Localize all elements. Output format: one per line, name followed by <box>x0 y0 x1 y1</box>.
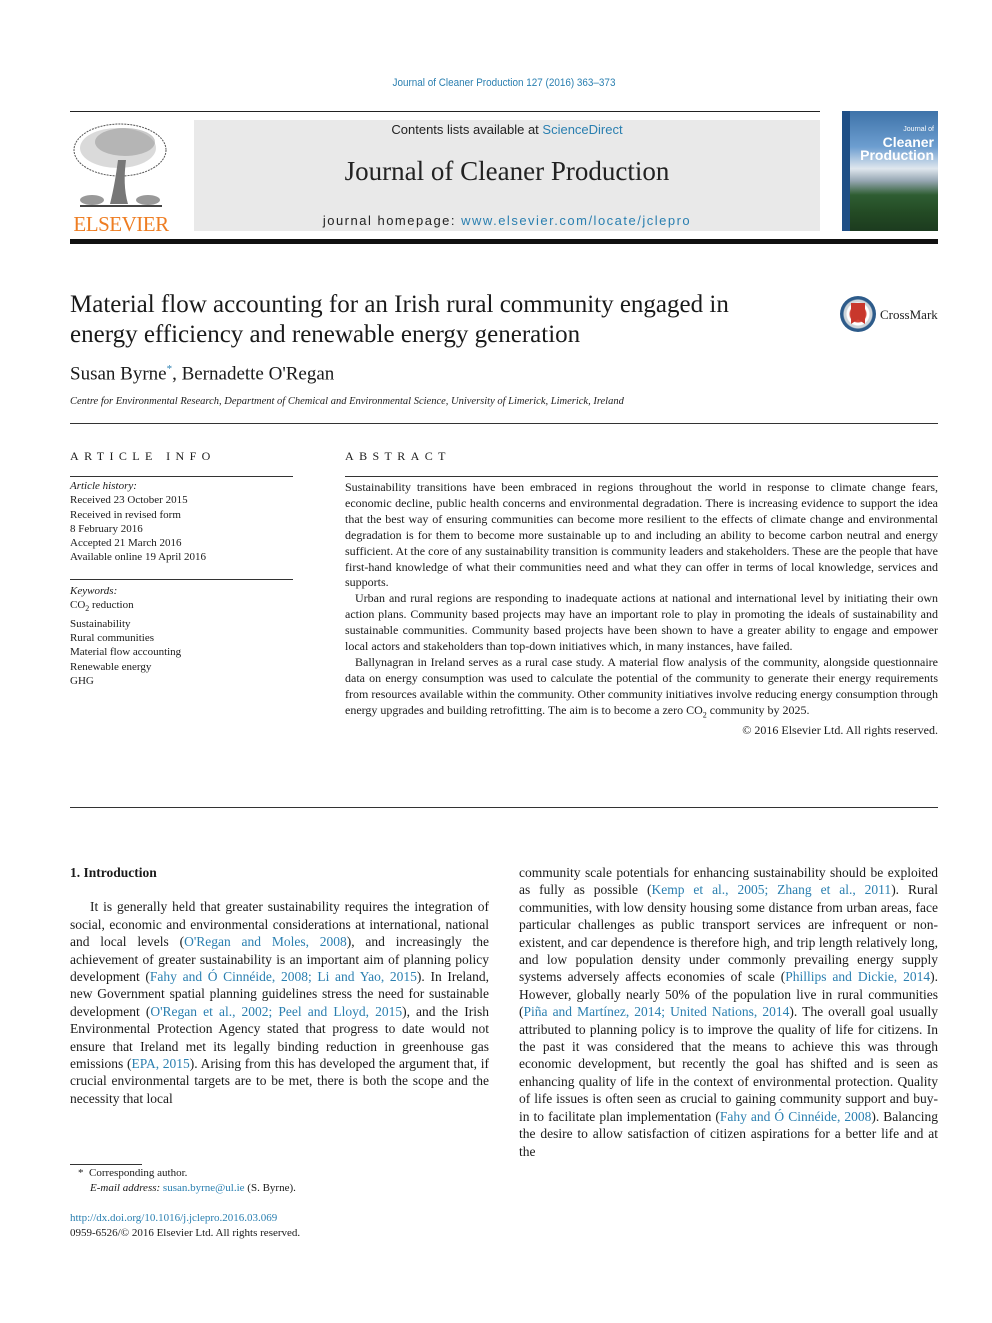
divider <box>70 807 938 808</box>
author-name[interactable]: Bernadette O'Regan <box>182 363 335 384</box>
citation-link[interactable]: Kemp et al., 2005; Zhang et al., 2011 <box>651 882 891 897</box>
cover-title: Journal of Cleaner Production <box>852 123 934 162</box>
keywords-label: Keywords: <box>70 585 118 597</box>
journal-reference-link[interactable]: Journal of Cleaner Production 127 (2016)… <box>50 77 957 89</box>
crossmark-button[interactable]: CrossMark <box>840 296 940 336</box>
divider <box>345 476 938 477</box>
journal-homepage: journal homepage: www.elsevier.com/locat… <box>194 213 820 228</box>
history-item: Accepted 21 March 2016 <box>70 537 182 550</box>
keyword: Renewable energy <box>70 660 152 673</box>
keyword: Material flow accounting <box>70 646 182 659</box>
homepage-link[interactable]: www.elsevier.com/locate/jclepro <box>461 213 691 228</box>
header-thick-rule <box>70 239 938 244</box>
contents-prefix: Contents lists available at <box>391 122 543 137</box>
citation-link[interactable]: Piña and Martínez, 2014; United Nations,… <box>524 1004 790 1019</box>
section-title: 1. Introduction <box>70 865 157 880</box>
divider <box>70 476 293 477</box>
journal-name: Journal of Cleaner Production <box>344 156 670 186</box>
author-email-link[interactable]: susan.byrne@ul.ie <box>163 1182 245 1194</box>
email-label: E-mail address: <box>90 1182 163 1194</box>
issn-copyright: 0959-6526/© 2016 Elsevier Ltd. All right… <box>70 1227 301 1239</box>
elsevier-wordmark: ELSEVIER <box>73 212 169 236</box>
abstract-copyright: © 2016 Elsevier Ltd. All rights reserved… <box>742 722 938 737</box>
divider <box>70 579 293 580</box>
doi-link[interactable]: http://dx.doi.org/10.1016/j.jclepro.2016… <box>70 1212 277 1224</box>
abstract-body: Sustainability transitions have been emb… <box>345 480 938 739</box>
keyword: Sustainability <box>70 617 131 630</box>
email-suffix: (S. Byrne). <box>244 1182 296 1194</box>
cover-stripe <box>842 111 850 231</box>
article-info-heading: ARTICLE INFO <box>70 449 216 463</box>
body-paragraph: It is generally held that greater sustai… <box>70 898 489 1107</box>
keyword: Rural communities <box>70 632 155 645</box>
body-text: ). The overall goal usually attributed t… <box>519 1004 938 1124</box>
citation-link[interactable]: O'Regan et al., 2002; Peel and Lloyd, 20… <box>150 1004 402 1019</box>
keyword: CO2 reduction <box>70 599 134 614</box>
keyword: GHG <box>70 674 94 687</box>
author-separator: , <box>172 363 182 385</box>
footnote: * Corresponding author. E-mail address: … <box>78 1166 296 1196</box>
crossmark-label: CrossMark <box>880 307 938 322</box>
body-column-left: 1. Introduction It is generally held tha… <box>70 864 489 1107</box>
citation-link[interactable]: Fahy and Ó Cinnéide, 2008; Li and Yao, 2… <box>150 969 417 984</box>
abstract-heading: ABSTRACT <box>345 449 451 463</box>
doi-block: http://dx.doi.org/10.1016/j.jclepro.2016… <box>70 1211 300 1241</box>
citation-link[interactable]: O'Regan and Moles, 2008 <box>184 934 347 949</box>
history-item: Received in revised form <box>70 508 181 521</box>
footnote-marker: * <box>78 1167 84 1179</box>
article-title: Material flow accounting for an Irish ru… <box>70 291 729 348</box>
journal-masthead: Contents lists available at ScienceDirec… <box>194 120 820 231</box>
citation-link[interactable]: Fahy and Ó Cinnéide, 2008 <box>720 1109 872 1124</box>
history-item: Received 23 October 2015 <box>70 494 188 507</box>
body-column-right: community scale potentials for enhancing… <box>519 864 938 1160</box>
journal-cover-image[interactable]: Journal of Cleaner Production <box>842 111 938 231</box>
author-name[interactable]: Susan Byrne <box>70 363 167 384</box>
abstract-paragraph: Sustainability transitions have been emb… <box>345 480 938 590</box>
corresponding-author-note: Corresponding author. <box>89 1167 188 1179</box>
history-item: 8 February 2016 <box>70 522 143 535</box>
article-history: Article history: Received 23 October 201… <box>70 479 206 565</box>
cover-title-line2: Production <box>860 147 934 163</box>
history-label: Article history: <box>70 480 137 492</box>
keywords: Keywords: CO2 reduction Sustainability R… <box>70 584 181 688</box>
affiliation: Centre for Environmental Research, Depar… <box>70 396 624 407</box>
contents-availability: Contents lists available at ScienceDirec… <box>194 122 820 137</box>
divider <box>70 423 938 424</box>
homepage-prefix: journal homepage: <box>322 213 462 228</box>
body-paragraph: community scale potentials for enhancing… <box>519 864 938 1160</box>
header-rule <box>70 111 820 112</box>
citation-link[interactable]: EPA, 2015 <box>131 1056 189 1071</box>
footnote-rule <box>70 1164 142 1165</box>
history-item: Available online 19 April 2016 <box>70 551 207 564</box>
citation-link[interactable]: Phillips and Dickie, 2014 <box>785 969 930 984</box>
tree-icon <box>70 120 172 212</box>
author-list: Susan Byrne*, Bernadette O'Regan <box>70 363 334 385</box>
abstract-paragraph: Urban and rural regions are responding t… <box>345 591 938 654</box>
abstract-paragraph: Ballynagran in Ireland serves as a rural… <box>345 654 938 720</box>
sciencedirect-link[interactable]: ScienceDirect <box>542 122 622 137</box>
